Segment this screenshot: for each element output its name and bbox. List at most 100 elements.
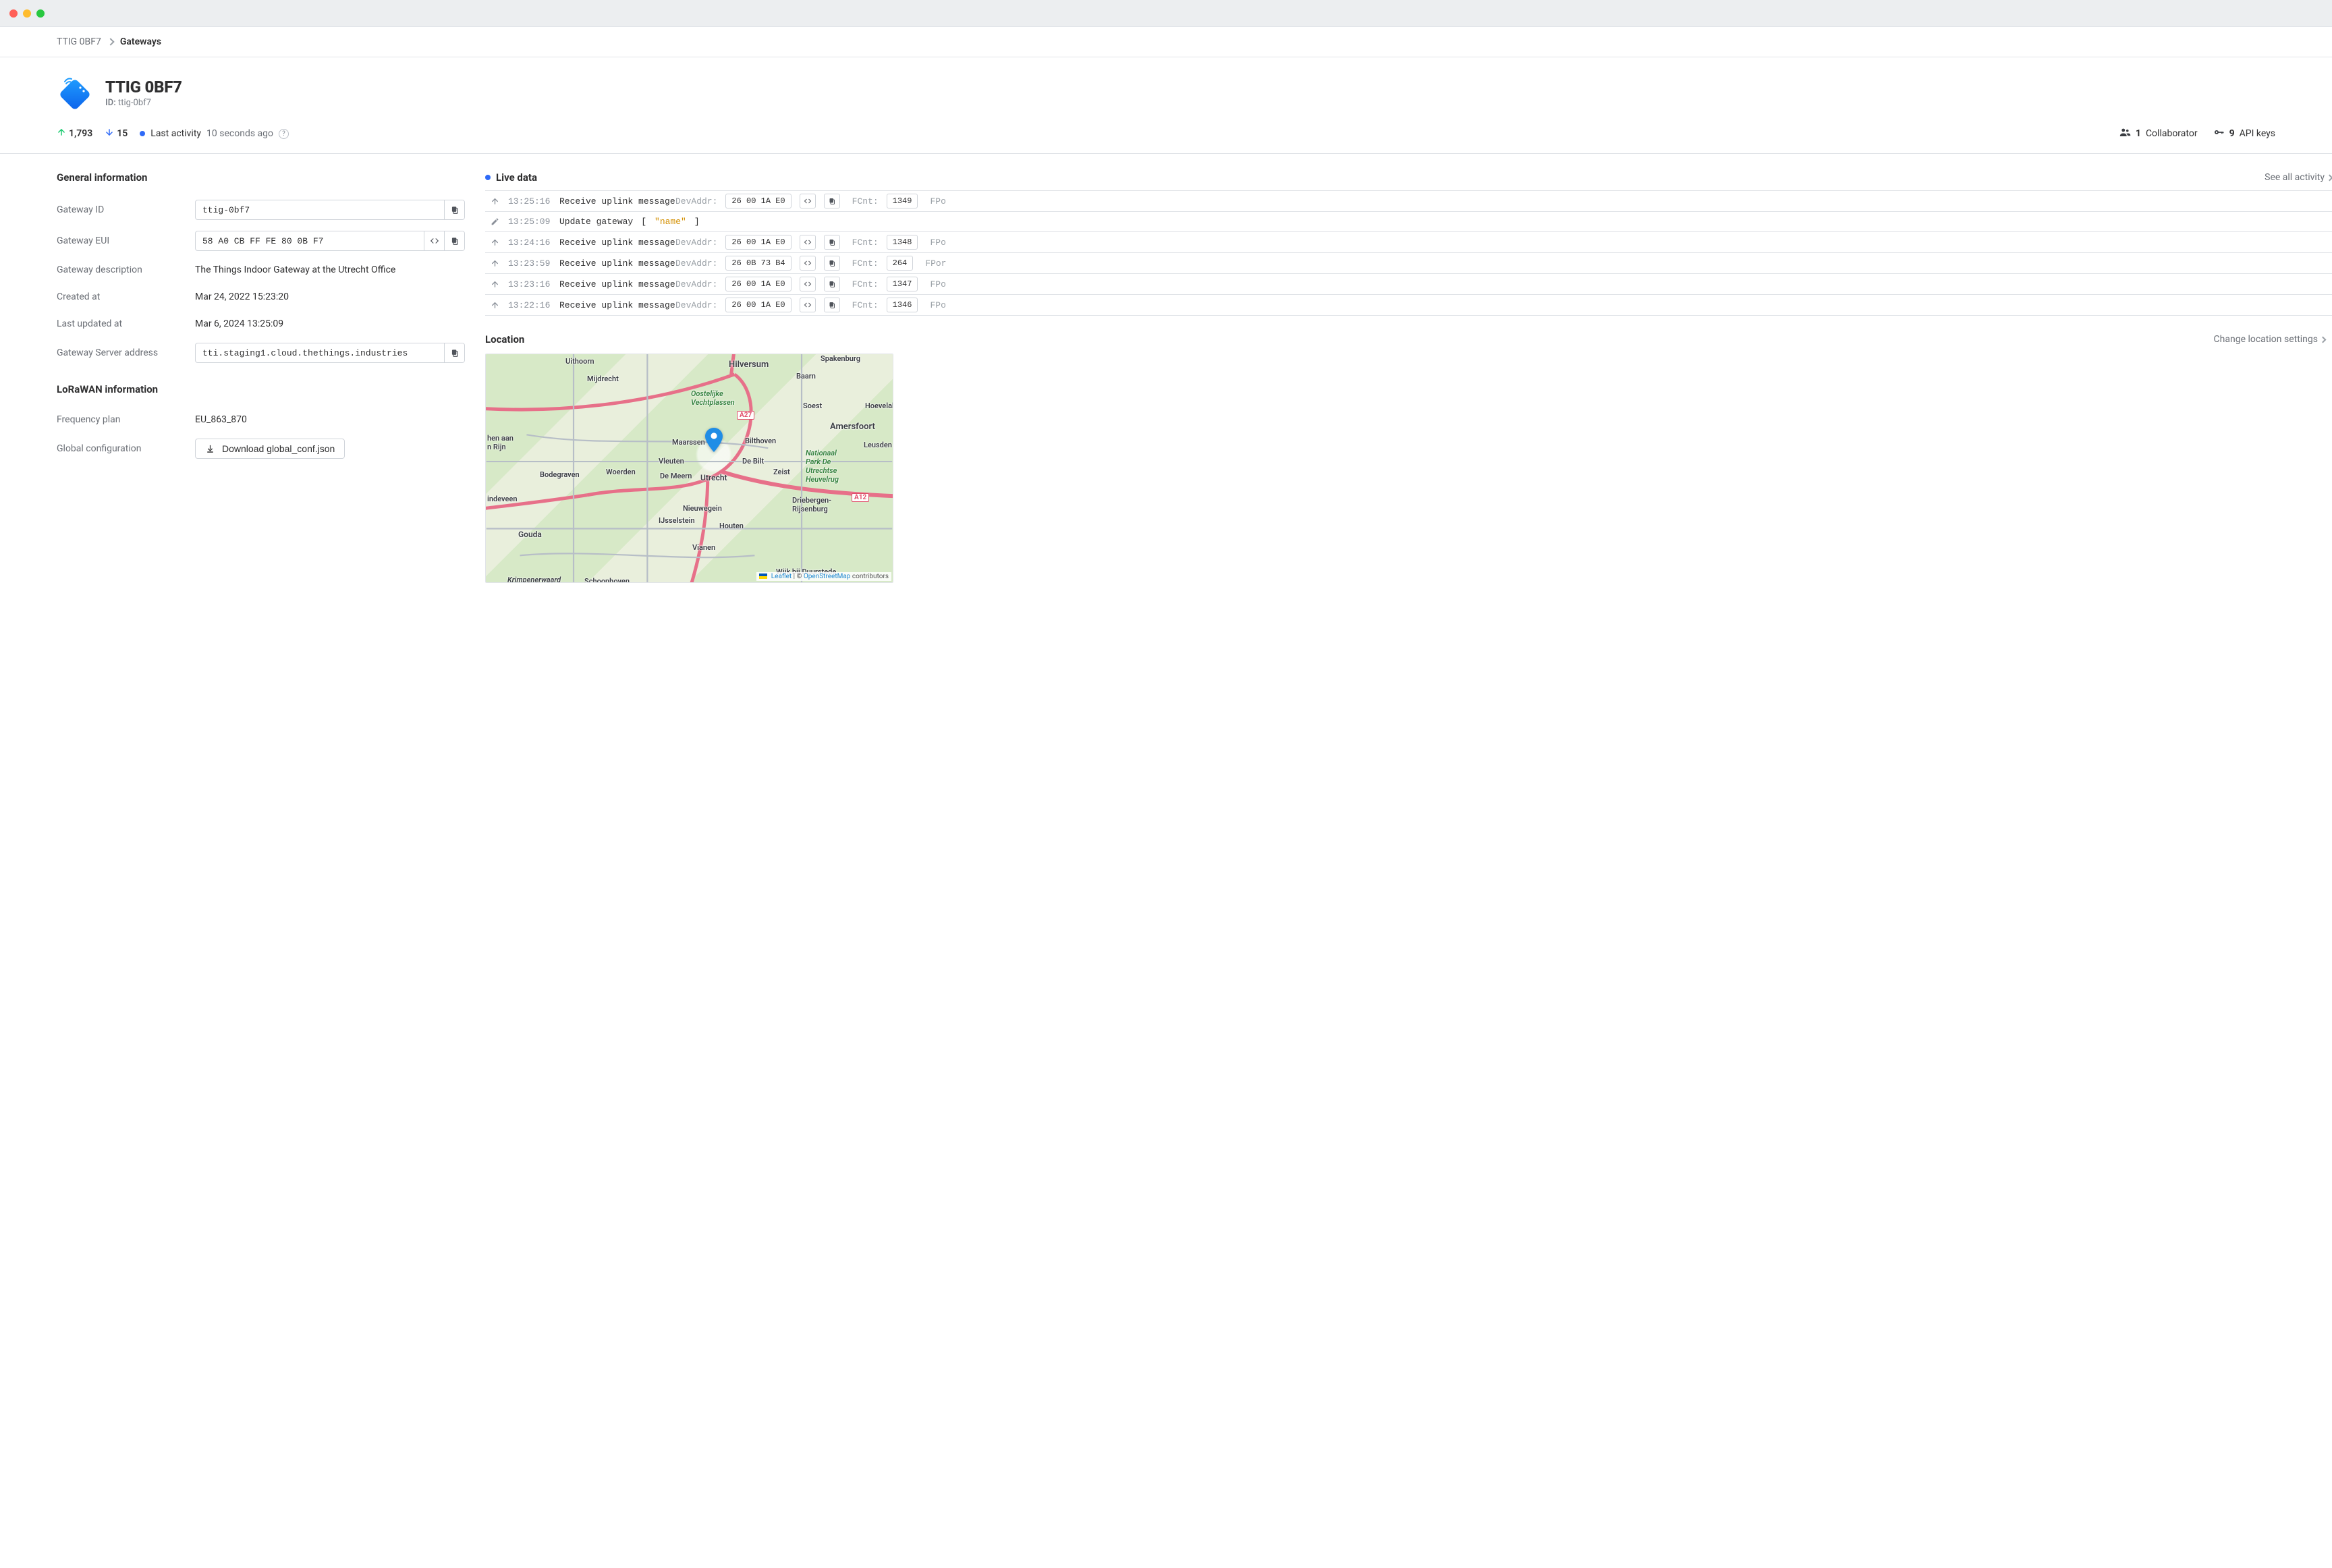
- live-data-row[interactable]: 13:22:16Receive uplink messageDevAddr:26…: [485, 295, 2332, 316]
- gateway-eui-field: 58 A0 CB FF FE 80 0B F7: [195, 231, 465, 251]
- copy-server-address-button[interactable]: [444, 343, 464, 362]
- live-data-row[interactable]: 13:25:09Update gateway[ "name" ]: [485, 212, 2332, 232]
- copy-gateway-id-button[interactable]: [444, 200, 464, 219]
- maximize-window-button[interactable]: [36, 9, 45, 18]
- leaflet-link[interactable]: Leaflet: [771, 573, 792, 580]
- breadcrumb-leaf: Gateways: [120, 36, 161, 47]
- devaddr-value[interactable]: 26 00 1A E0: [725, 277, 791, 291]
- pulse-dot-icon: [485, 175, 491, 180]
- label-global-configuration: Global configuration: [57, 443, 195, 454]
- last-activity-label: Last activity: [150, 128, 201, 139]
- general-info-title: General information: [57, 171, 465, 184]
- event-timestamp: 13:24:16: [508, 237, 551, 248]
- breadcrumb: TTIG 0BF7 Gateways: [0, 27, 2332, 57]
- event-message: Receive uplink message: [559, 279, 667, 289]
- window-titlebar: [0, 0, 2332, 27]
- gateway-id-value: ttig-0bf7: [118, 98, 151, 108]
- fcnt-label: FCnt:: [852, 279, 879, 289]
- map-roads: [486, 354, 893, 582]
- bracket-open: [: [641, 217, 646, 227]
- arrow-right-icon: [2327, 174, 2332, 181]
- devaddr-label: DevAddr:: [675, 279, 717, 289]
- bracket-close: ]: [694, 217, 700, 227]
- copy-gateway-eui-button[interactable]: [444, 231, 464, 250]
- download-global-conf-button[interactable]: Download global_conf.json: [195, 439, 345, 459]
- pencil-icon: [491, 217, 500, 226]
- copy-devaddr-button[interactable]: [824, 298, 840, 312]
- copy-devaddr-button[interactable]: [824, 235, 840, 250]
- devaddr-value[interactable]: 26 00 1A E0: [725, 298, 791, 312]
- gateway-eui-text[interactable]: 58 A0 CB FF FE 80 0B F7: [196, 231, 424, 250]
- fcnt-value[interactable]: 1346: [887, 298, 918, 312]
- map-marker[interactable]: [705, 428, 723, 455]
- toggle-format-button[interactable]: [424, 231, 444, 250]
- label-description: Gateway description: [57, 264, 195, 275]
- label-gateway-id: Gateway ID: [57, 204, 195, 215]
- fcnt-value[interactable]: 1349: [887, 194, 918, 208]
- location-map[interactable]: Hilversum Baarn Soest Amersfoort Bilthov…: [485, 354, 893, 583]
- api-keys-link[interactable]: 9 API keys: [2213, 126, 2275, 141]
- copy-devaddr-button[interactable]: [824, 256, 840, 271]
- arrow-up-icon: [491, 259, 500, 268]
- last-activity: Last activity 10 seconds ago ?: [140, 128, 289, 139]
- code-icon: [430, 236, 439, 246]
- devaddr-value[interactable]: 26 00 1A E0: [725, 194, 791, 208]
- toggle-format-button[interactable]: [800, 194, 816, 208]
- devaddr-label: DevAddr:: [675, 237, 717, 248]
- server-address-text[interactable]: tti.staging1.cloud.thethings.industries: [196, 343, 444, 362]
- event-message: Receive uplink message: [559, 196, 667, 206]
- chevron-right-icon: [107, 38, 114, 45]
- toggle-format-button[interactable]: [800, 298, 816, 312]
- change-location-link[interactable]: Change location settings: [2214, 334, 2325, 345]
- live-data-row[interactable]: 13:23:59Receive uplink messageDevAddr:26…: [485, 253, 2332, 274]
- arrow-up-icon: [491, 197, 500, 206]
- download-global-conf-label: Download global_conf.json: [222, 443, 335, 454]
- devaddr-label: DevAddr:: [675, 258, 717, 269]
- people-icon: [2119, 126, 2131, 141]
- copy-icon: [450, 236, 460, 246]
- downlink-count-value: 15: [117, 128, 128, 139]
- event-message: Update gateway: [559, 217, 633, 227]
- lorawan-info-title: LoRaWAN information: [57, 383, 465, 395]
- fcnt-label: FCnt:: [852, 258, 879, 269]
- collaborators-link[interactable]: 1 Collaborator: [2119, 126, 2198, 141]
- devaddr-value[interactable]: 26 00 1A E0: [725, 235, 791, 250]
- fcnt-label: FCnt:: [852, 300, 879, 310]
- copy-devaddr-button[interactable]: [824, 277, 840, 291]
- gateway-id-text[interactable]: ttig-0bf7: [196, 200, 444, 219]
- fcnt-value[interactable]: 1348: [887, 235, 918, 250]
- toggle-format-button[interactable]: [800, 256, 816, 271]
- see-all-activity-link[interactable]: See all activity: [2265, 172, 2332, 183]
- fcnt-value[interactable]: 264: [887, 256, 914, 271]
- last-activity-value: 10 seconds ago: [206, 128, 273, 139]
- event-timestamp: 13:22:16: [508, 300, 551, 310]
- live-data-list: 13:25:16Receive uplink messageDevAddr:26…: [485, 190, 2332, 316]
- event-timestamp: 13:23:16: [508, 279, 551, 289]
- devaddr-value[interactable]: 26 0B 73 B4: [725, 256, 791, 271]
- breadcrumb-root[interactable]: TTIG 0BF7: [57, 36, 101, 47]
- fport-label: FPo: [930, 300, 945, 310]
- page-title: TTIG 0BF7: [105, 78, 182, 96]
- label-updated-at: Last updated at: [57, 318, 195, 329]
- minimize-window-button[interactable]: [23, 9, 31, 18]
- arrow-up-icon: [491, 238, 500, 247]
- live-data-row[interactable]: 13:25:16Receive uplink messageDevAddr:26…: [485, 191, 2332, 212]
- live-data-row[interactable]: 13:24:16Receive uplink messageDevAddr:26…: [485, 232, 2332, 253]
- fcnt-value[interactable]: 1347: [887, 277, 918, 291]
- toggle-format-button[interactable]: [800, 235, 816, 250]
- gateway-id-field: ttig-0bf7: [195, 200, 465, 220]
- toggle-format-button[interactable]: [800, 277, 816, 291]
- value-created-at: Mar 24, 2022 15:23:20: [195, 291, 465, 302]
- label-frequency-plan: Frequency plan: [57, 414, 195, 425]
- osm-link[interactable]: OpenStreetMap: [804, 573, 851, 580]
- value-updated-at: Mar 6, 2024 13:25:09: [195, 318, 465, 329]
- help-icon[interactable]: ?: [279, 129, 289, 139]
- location-title: Location: [485, 333, 524, 345]
- arrow-down-icon: [105, 128, 114, 140]
- live-data-row[interactable]: 13:23:16 Receive uplink message DevAddr: 26…: [485, 274, 2332, 295]
- event-timestamp: 13:23:59: [508, 258, 551, 269]
- close-window-button[interactable]: [9, 9, 18, 18]
- fcnt-label: FCnt:: [852, 237, 879, 248]
- copy-devaddr-button[interactable]: [824, 194, 840, 208]
- devaddr-label: DevAddr:: [675, 300, 717, 310]
